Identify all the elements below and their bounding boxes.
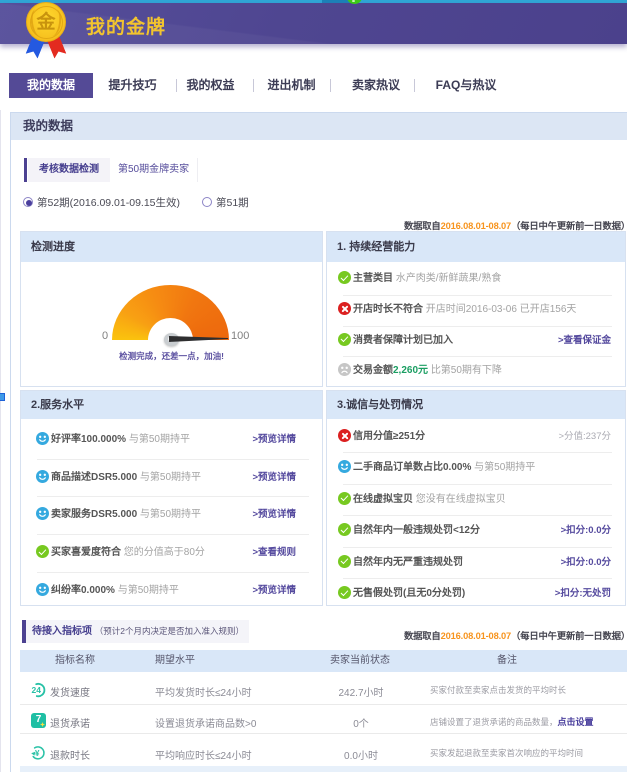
svg-text:24: 24 [32, 685, 42, 695]
svg-text:¥: ¥ [35, 749, 40, 758]
